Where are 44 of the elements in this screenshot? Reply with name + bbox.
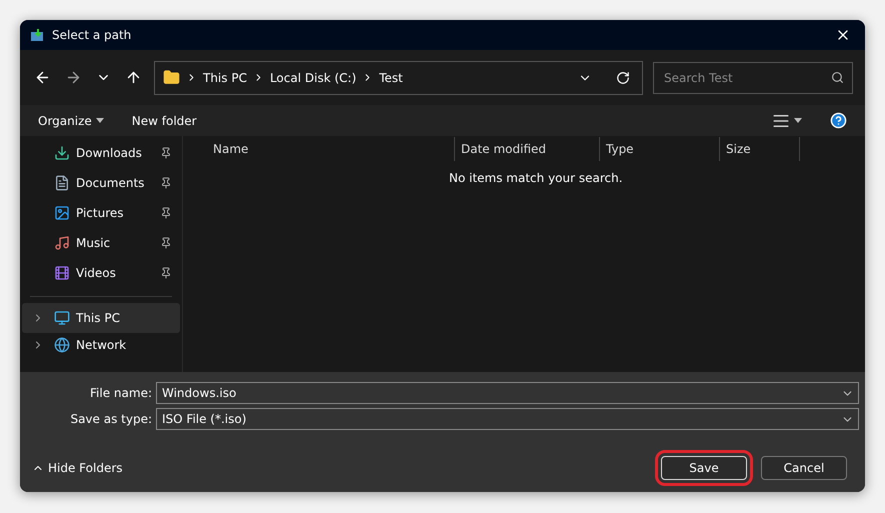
breadcrumb[interactable]: This PC bbox=[203, 70, 247, 84]
sidebar-item[interactable]: Network bbox=[22, 333, 180, 357]
column-header[interactable]: Name bbox=[183, 137, 455, 161]
column-header[interactable]: Date modified bbox=[455, 137, 600, 161]
field-label: Save as type: bbox=[69, 412, 152, 426]
music-note-icon bbox=[54, 235, 70, 251]
sidebar-item[interactable]: Videos bbox=[22, 258, 180, 288]
combo-field[interactable]: Windows.iso bbox=[156, 382, 859, 404]
monitor-icon bbox=[54, 310, 70, 326]
sidebar-item[interactable]: Pictures bbox=[22, 198, 180, 228]
empty-message: No items match your search. bbox=[449, 171, 623, 185]
breadcrumb[interactable]: Test bbox=[379, 70, 403, 84]
column-header[interactable]: Type bbox=[600, 137, 720, 161]
help-icon bbox=[830, 112, 847, 129]
sidebar-item[interactable]: Documents bbox=[22, 168, 180, 198]
window-app-icon bbox=[30, 28, 44, 42]
search-field[interactable]: Search Test bbox=[653, 62, 853, 94]
sidebar-item[interactable]: Downloads bbox=[22, 138, 180, 168]
refresh-icon bbox=[616, 70, 630, 84]
organize-button[interactable]: Organize bbox=[38, 114, 104, 128]
download-icon bbox=[54, 145, 70, 161]
globe-icon bbox=[54, 337, 70, 353]
window-title: Select a path bbox=[52, 28, 132, 42]
search-icon bbox=[831, 71, 844, 84]
sidebar-item[interactable]: Music bbox=[22, 228, 180, 258]
combo-field[interactable]: ISO File (*.iso) bbox=[156, 408, 859, 430]
search-input[interactable]: Search Test bbox=[662, 70, 831, 86]
dialog-button[interactable]: Cancel bbox=[761, 456, 847, 480]
dropdown-caret-icon bbox=[96, 118, 104, 123]
document-icon bbox=[54, 175, 70, 191]
film-icon bbox=[54, 265, 70, 281]
sidebar-item[interactable]: This PC bbox=[22, 303, 180, 333]
breadcrumb[interactable]: Local Disk (C:) bbox=[270, 70, 356, 84]
dropdown-caret-icon bbox=[794, 118, 802, 123]
field-label: File name: bbox=[89, 386, 152, 400]
arrow-right-icon bbox=[65, 69, 82, 86]
arrow-left-icon bbox=[34, 69, 51, 86]
address-bar[interactable]: This PC Local Disk (C:) Test bbox=[154, 60, 643, 94]
hide-folders-button[interactable]: Hide Folders bbox=[32, 461, 123, 475]
new-folder-button[interactable]: New folder bbox=[132, 114, 197, 128]
picture-icon bbox=[54, 205, 70, 221]
help-button[interactable] bbox=[830, 112, 847, 129]
folder-icon bbox=[163, 69, 180, 86]
column-header[interactable]: Size bbox=[720, 137, 800, 161]
